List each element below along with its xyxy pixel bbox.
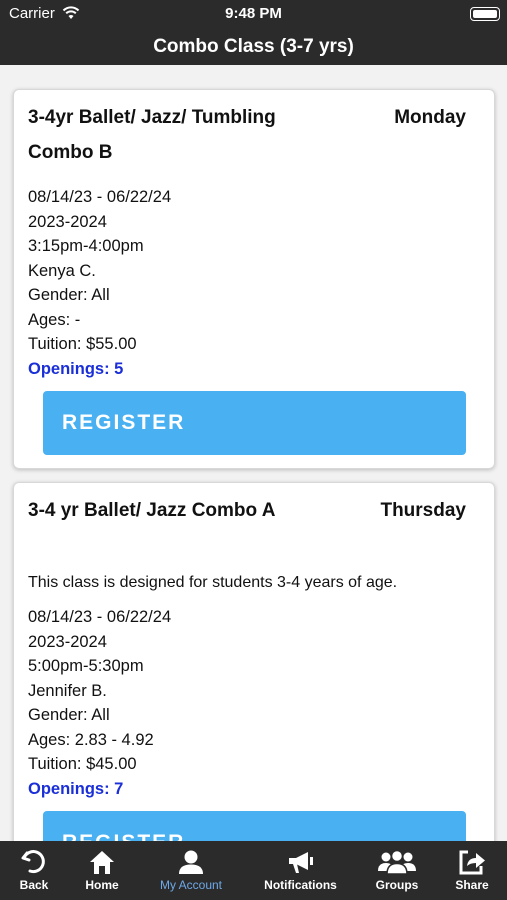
class-time: 5:00pm-5:30pm: [28, 657, 144, 675]
class-dates: 08/14/23 - 06/22/24: [28, 608, 172, 626]
class-season: 2023-2024: [28, 212, 107, 231]
tab-groups[interactable]: Groups: [366, 841, 428, 900]
tab-back[interactable]: Back: [4, 841, 64, 900]
class-instructor: Kenya C.: [28, 261, 96, 280]
tab-label: Share: [455, 878, 489, 892]
class-time: 3:15pm-4:00pm: [28, 237, 144, 255]
class-dates: 08/14/23 - 06/22/24: [28, 188, 172, 206]
class-openings: Openings: 5: [28, 359, 124, 378]
megaphone-icon: [288, 852, 313, 873]
class-instructor: Jennifer B.: [28, 681, 107, 700]
tab-label: My Account: [159, 878, 223, 892]
class-title: 3-4yr Ballet/ Jazz/ Tumbling Combo B: [28, 107, 276, 163]
tab-my-account[interactable]: My Account: [145, 841, 237, 900]
class-details: 08/14/23 - 06/22/24 2023-2024 3:15pm-4:0…: [28, 185, 171, 381]
nav-bar: Combo Class (3-7 yrs): [0, 28, 507, 65]
class-gender: Gender: All: [28, 286, 110, 304]
register-button[interactable]: REGISTER: [43, 391, 466, 455]
class-card: 3-4 yr Ballet/ Jazz Combo A Thursday Thi…: [13, 482, 495, 841]
tab-label: Back: [19, 878, 49, 892]
status-time: 9:48 PM: [225, 5, 282, 22]
class-ages: Ages: 2.83 - 4.92: [28, 730, 154, 749]
class-tuition: Tuition: $45.00: [28, 755, 137, 773]
tab-bar: Back Home My Account Notifications Group…: [0, 841, 507, 900]
user-icon: [179, 850, 203, 874]
class-ages: Ages: -: [28, 310, 81, 329]
share-icon: [459, 850, 485, 875]
class-list[interactable]: 3-4yr Ballet/ Jazz/ Tumbling Combo B Mon…: [0, 65, 507, 841]
register-button[interactable]: REGISTER: [43, 811, 466, 841]
class-tuition: Tuition: $55.00: [28, 335, 137, 353]
class-day: Monday: [394, 107, 466, 128]
page-title: Combo Class (3-7 yrs): [153, 36, 354, 57]
home-icon: [90, 851, 114, 874]
class-gender: Gender: All: [28, 706, 110, 724]
tab-share[interactable]: Share: [444, 841, 500, 900]
groups-icon: [378, 849, 416, 875]
tab-label: Home: [85, 878, 119, 892]
tab-notifications[interactable]: Notifications: [253, 841, 348, 900]
back-icon: [21, 850, 45, 874]
class-season: 2023-2024: [28, 632, 107, 651]
class-description: This class is designed for students 3-4 …: [28, 574, 398, 591]
tab-home[interactable]: Home: [72, 841, 132, 900]
tab-label: Groups: [375, 878, 419, 892]
class-details: 08/14/23 - 06/22/24 2023-2024 5:00pm-5:3…: [28, 605, 171, 801]
class-card: 3-4yr Ballet/ Jazz/ Tumbling Combo B Mon…: [13, 89, 495, 469]
class-title: 3-4 yr Ballet/ Jazz Combo A: [28, 500, 276, 521]
status-bar: Carrier 9:48 PM: [0, 0, 507, 28]
battery-icon: [470, 7, 500, 21]
tab-label: Notifications: [264, 878, 337, 892]
class-day: Thursday: [380, 500, 466, 521]
class-openings: Openings: 7: [28, 779, 124, 798]
